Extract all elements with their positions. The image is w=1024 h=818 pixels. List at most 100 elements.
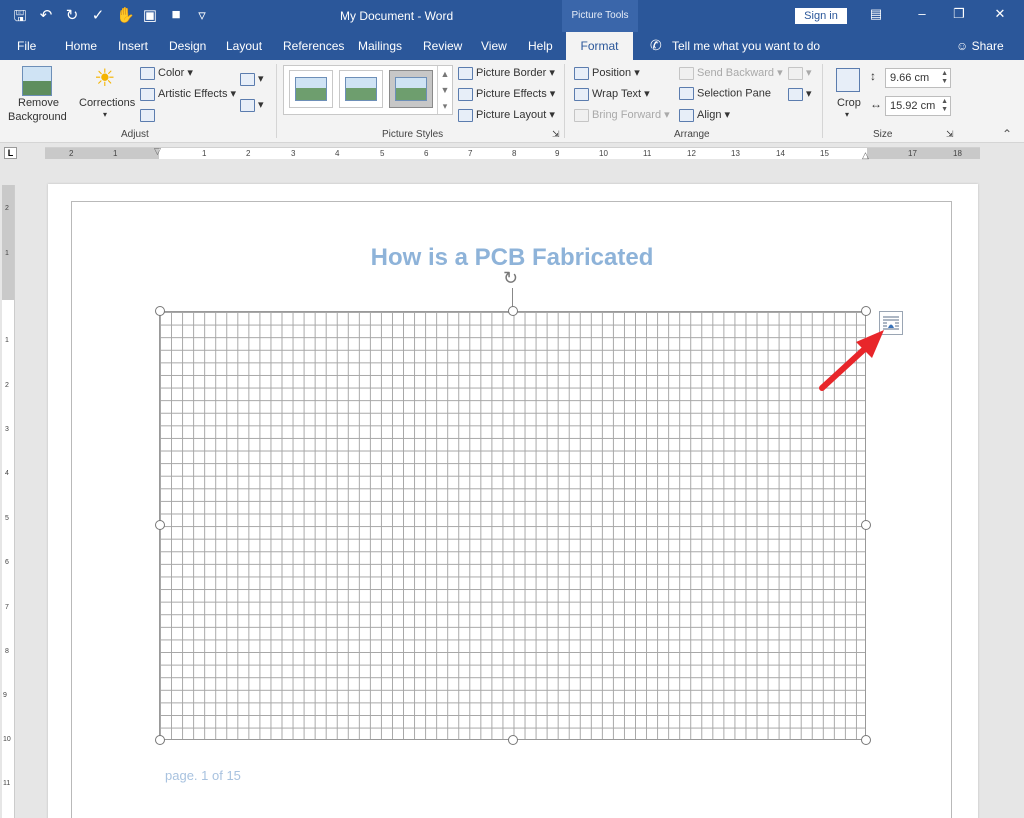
- close-icon[interactable]: ✕: [990, 6, 1010, 22]
- resize-handle-bottom[interactable]: [508, 735, 518, 745]
- tab-home[interactable]: Home: [65, 39, 97, 53]
- title-bar: 🖫 ↶ ↻ ✓ ✋ ▣ ■ ▿ My Document - Word Pictu…: [0, 0, 1024, 32]
- open-folder-icon[interactable]: ■: [168, 6, 184, 31]
- resize-handle-top-left[interactable]: [155, 306, 165, 316]
- compress-pictures-button[interactable]: ▾: [240, 72, 264, 86]
- resize-handle-right[interactable]: [861, 520, 871, 530]
- picture-border-button[interactable]: Picture Border ▾: [458, 66, 555, 80]
- send-backward-icon: [679, 66, 694, 80]
- size-launcher-icon[interactable]: ⇲: [946, 129, 954, 140]
- save-icon[interactable]: 🖫: [12, 6, 28, 31]
- crop-dropdown-icon[interactable]: ▾: [845, 110, 849, 119]
- color-icon: [140, 66, 155, 80]
- tab-selector[interactable]: L: [4, 147, 17, 159]
- picture-style-1[interactable]: [289, 70, 333, 108]
- resize-handle-left[interactable]: [155, 520, 165, 530]
- remove-background-label-2[interactable]: Background: [8, 111, 67, 123]
- tab-design[interactable]: Design: [169, 39, 206, 53]
- collapse-ribbon-icon[interactable]: ⌃: [1002, 127, 1012, 141]
- adjust-group-label: Adjust: [121, 129, 149, 140]
- artistic-effects-button[interactable]: Artistic Effects ▾: [140, 87, 236, 101]
- picture-border-label: Picture Border: [476, 67, 547, 79]
- tab-insert[interactable]: Insert: [118, 39, 148, 53]
- restore-icon[interactable]: ❐: [949, 6, 969, 22]
- tell-me-search[interactable]: Tell me what you want to do: [672, 39, 820, 53]
- tab-layout[interactable]: Layout: [226, 39, 262, 53]
- ribbon-display-options-icon[interactable]: ▤: [866, 6, 886, 22]
- picture-style-2[interactable]: [339, 70, 383, 108]
- gallery-more-icon[interactable]: ▾: [443, 101, 448, 111]
- resize-handle-bottom-right[interactable]: [861, 735, 871, 745]
- spelling-icon[interactable]: ✓: [90, 6, 106, 31]
- transparency-button[interactable]: [140, 107, 158, 125]
- picture-tools-label: Picture Tools: [562, 0, 638, 32]
- position-button[interactable]: Position ▾: [574, 66, 640, 80]
- color-button[interactable]: Color ▾: [140, 66, 193, 80]
- group-objects-button[interactable]: ▾: [788, 66, 812, 80]
- first-line-indent-marker[interactable]: ▽: [154, 146, 161, 157]
- width-spinner-icon[interactable]: ▲ ▼: [941, 98, 948, 114]
- undo-icon[interactable]: ↶: [38, 6, 54, 31]
- crop-button[interactable]: Crop: [837, 97, 861, 109]
- picture-layout-button[interactable]: Picture Layout ▾: [458, 108, 555, 122]
- width-value: 15.92 cm: [890, 100, 936, 112]
- resize-handle-top-right[interactable]: [861, 306, 871, 316]
- remove-background-label[interactable]: Remove: [18, 97, 59, 109]
- color-label: Color: [158, 67, 185, 79]
- touch-mode-icon[interactable]: ✋: [116, 6, 135, 31]
- ruler-scale: 2 1 1 2 3 4 5 6 7 8 9 10 11 12 13 14 15 …: [69, 149, 962, 158]
- picture-effects-button[interactable]: Picture Effects ▾: [458, 87, 555, 101]
- picture-effects-label: Picture Effects: [476, 88, 547, 100]
- align-button[interactable]: Align ▾: [679, 108, 730, 122]
- corrections-sun-icon[interactable]: ☀: [94, 66, 116, 92]
- width-field[interactable]: 15.92 cm ▲ ▼: [885, 96, 951, 116]
- change-picture-button[interactable]: ▾: [240, 98, 264, 112]
- grid-picture[interactable]: [159, 311, 866, 740]
- height-field[interactable]: 9.66 cm ▲ ▼: [885, 68, 951, 88]
- picture-style-3[interactable]: [389, 70, 433, 108]
- tab-mailings[interactable]: Mailings: [358, 39, 402, 53]
- rotate-handle-icon[interactable]: ↻: [503, 268, 518, 288]
- selection-pane-button[interactable]: Selection Pane: [679, 87, 771, 100]
- gallery-up-icon[interactable]: ▲: [441, 69, 450, 79]
- save-as-icon[interactable]: ▣: [142, 6, 158, 31]
- bring-forward-label: Bring Forward: [592, 109, 662, 121]
- crop-icon[interactable]: [836, 68, 860, 92]
- tab-format[interactable]: Format: [566, 32, 633, 60]
- rotate-button[interactable]: ▾: [788, 87, 812, 101]
- group-divider: [822, 64, 823, 138]
- remove-background-icon[interactable]: [22, 66, 52, 96]
- wrap-text-button[interactable]: Wrap Text ▾: [574, 87, 650, 101]
- align-icon: [679, 108, 694, 122]
- sign-in-button[interactable]: Sign in: [795, 8, 847, 24]
- height-spinner-icon[interactable]: ▲ ▼: [941, 70, 948, 86]
- customize-qat-icon[interactable]: ▿: [194, 6, 210, 31]
- vertical-ruler[interactable]: 2 1 1 2 3 4 5 6 7 8 9 10 11: [2, 185, 15, 818]
- tab-review[interactable]: Review: [423, 39, 462, 53]
- group-objects-icon: [788, 66, 803, 80]
- corrections-button[interactable]: Corrections: [79, 97, 135, 109]
- tab-help[interactable]: Help: [528, 39, 553, 53]
- send-backward-button[interactable]: Send Backward ▾: [679, 66, 783, 80]
- bring-forward-button[interactable]: Bring Forward ▾: [574, 108, 670, 122]
- resize-handle-bottom-left[interactable]: [155, 735, 165, 745]
- group-divider: [564, 64, 565, 138]
- annotation-arrow-icon: [819, 330, 884, 391]
- horizontal-ruler[interactable]: 2 1 1 2 3 4 5 6 7 8 9 10 11 12 13 14 15 …: [45, 146, 980, 161]
- corrections-dropdown-icon[interactable]: ▾: [103, 110, 107, 119]
- share-button[interactable]: ☺ Share: [956, 39, 1004, 53]
- bring-forward-icon: [574, 108, 589, 122]
- minimize-icon[interactable]: –: [912, 6, 932, 21]
- picture-styles-launcher-icon[interactable]: ⇲: [552, 129, 560, 140]
- redo-icon[interactable]: ↻: [64, 6, 80, 31]
- tab-view[interactable]: View: [481, 39, 507, 53]
- tab-references[interactable]: References: [283, 39, 344, 53]
- size-group-label: Size: [873, 129, 893, 140]
- tab-file[interactable]: File: [17, 39, 36, 53]
- gallery-down-icon[interactable]: ▼: [441, 85, 450, 95]
- right-indent-marker[interactable]: △: [862, 150, 869, 161]
- artistic-effects-label: Artistic Effects: [158, 88, 228, 100]
- width-icon: ↔: [870, 97, 882, 111]
- gallery-scroll[interactable]: ▲ ▼ ▾: [437, 66, 452, 114]
- resize-handle-top[interactable]: [508, 306, 518, 316]
